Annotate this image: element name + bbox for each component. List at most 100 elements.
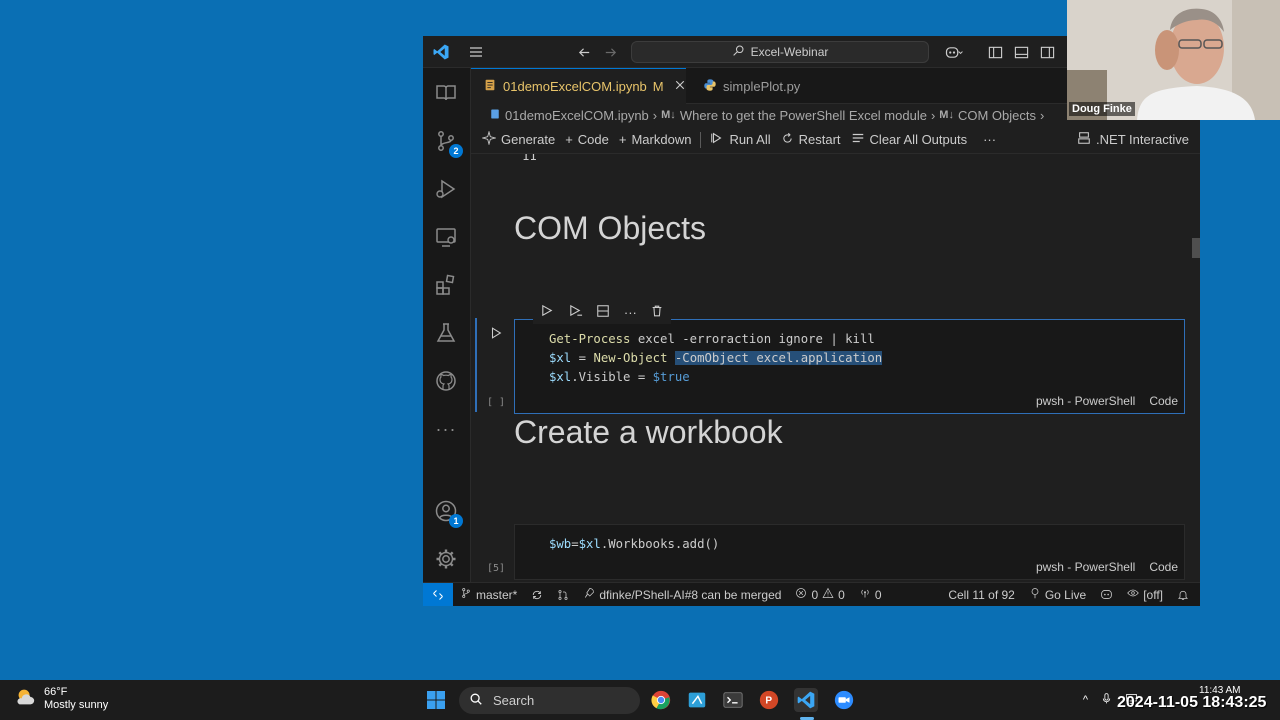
windows-start-icon[interactable] (424, 688, 448, 712)
clear-all-icon (851, 131, 865, 148)
menu-icon[interactable] (467, 43, 485, 61)
sparkle-icon (481, 130, 497, 148)
cell-language[interactable]: pwsh - PowerShell (1036, 560, 1135, 574)
markdown-heading-com-objects[interactable]: COM Objects (514, 210, 706, 247)
explorer-icon[interactable] (433, 80, 459, 106)
weather-text: 66°F Mostly sunny (44, 686, 108, 712)
sync-icon[interactable] (524, 589, 550, 601)
extensions-icon[interactable] (433, 272, 459, 298)
pull-request-label: dfinke/PShell-AI#8 can be merged (599, 587, 782, 602)
cell-focus-indicator (475, 318, 477, 412)
selected-text: -ComObject excel.application (674, 351, 883, 365)
eye-icon (1127, 587, 1139, 602)
run-debug-icon[interactable] (433, 176, 459, 202)
back-arrow-icon[interactable] (575, 43, 593, 61)
execution-count: [5] (487, 563, 506, 574)
clear-all-outputs-button[interactable]: Clear All Outputs (846, 129, 973, 151)
code-token: excel -erroraction ignore | kill (630, 332, 875, 346)
source-control-icon[interactable]: 2 (433, 128, 463, 158)
plus-icon: + (565, 132, 573, 147)
svg-text:P: P (765, 696, 772, 707)
taskbar-search[interactable]: Search (459, 687, 640, 714)
delete-trash-icon[interactable] (650, 304, 664, 321)
chevron-right-icon: › (930, 107, 936, 123)
vscode-taskbar-icon[interactable] (794, 688, 818, 712)
branch-label: master* (476, 587, 518, 602)
microphone-icon[interactable] (1100, 692, 1113, 708)
remote-indicator-icon[interactable] (423, 583, 453, 606)
notebook-editor: 11 COM Objects [ ] Get-Process excel -er… (471, 154, 1200, 582)
go-live-button[interactable]: Go Live (1022, 587, 1093, 602)
tab-simpleplot[interactable]: simplePlot.py (691, 68, 812, 104)
settings-gear-icon[interactable] (433, 546, 459, 572)
branch-indicator[interactable]: master* (453, 587, 524, 602)
toolbar-divider (700, 131, 702, 148)
chevron-up-icon[interactable]: ^ (1083, 694, 1088, 706)
accounts-icon[interactable]: 1 (433, 498, 463, 528)
code-line: $xl.Visible = $true (549, 368, 690, 387)
run-cell-button[interactable] (489, 326, 503, 343)
copilot-toggle[interactable]: [off] (1120, 587, 1170, 602)
run-above-icon[interactable] (540, 303, 555, 321)
status-bar: master* dfinke/PShell-AI#8 can be merged… (423, 582, 1200, 606)
restart-button[interactable]: Restart (776, 129, 846, 151)
chrome-icon[interactable] (649, 688, 673, 712)
copilot-status-icon[interactable] (1093, 588, 1120, 601)
run-all-button[interactable]: Run All (705, 129, 775, 151)
copilot-icon[interactable] (939, 43, 969, 61)
cell-type[interactable]: Code (1149, 394, 1178, 408)
add-markdown-cell-button[interactable]: + Markdown (614, 129, 697, 151)
github-icon[interactable] (433, 368, 459, 394)
cell-position[interactable]: Cell 11 of 92 (941, 588, 1022, 602)
webcam-overlay: Doug Finke (1067, 0, 1280, 120)
terminal-icon[interactable] (721, 688, 745, 712)
toggle-sidebar-icon[interactable] (986, 43, 1004, 61)
close-icon[interactable] (674, 79, 686, 94)
problems-indicator[interactable]: 0 0 (788, 587, 851, 602)
tab-01demoexcelcom[interactable]: 01demoExcelCOM.ipynb M (471, 68, 686, 104)
ports-indicator[interactable]: 0 (852, 587, 889, 602)
accounts-badge: 1 (449, 514, 463, 528)
breadcrumb-item[interactable]: COM Objects (958, 108, 1036, 123)
code-cell[interactable]: Get-Process excel -erroraction ignore | … (514, 319, 1185, 414)
code-token: .Visible = (571, 370, 653, 384)
toggle-panel-icon[interactable] (1012, 43, 1030, 61)
kernel-icon (1077, 131, 1091, 148)
snipping-tool-icon[interactable] (685, 688, 709, 712)
chevron-right-icon: › (652, 107, 658, 123)
pull-request-icon[interactable] (550, 589, 576, 601)
code-cell[interactable]: $wb=$xl.Workbooks.add() pwsh - PowerShel… (514, 524, 1185, 580)
generate-button[interactable]: Generate (477, 129, 560, 151)
command-center-search[interactable]: Excel-Webinar (631, 41, 929, 63)
more-icon[interactable]: ··· (624, 305, 637, 320)
weather-desc: Mostly sunny (44, 699, 109, 711)
taskbar-search-label: Search (493, 693, 535, 708)
toggle-secondary-sidebar-icon[interactable] (1038, 43, 1056, 61)
command-center-label: Excel-Webinar (750, 45, 829, 59)
powerpoint-icon[interactable]: P (757, 688, 781, 712)
split-cell-icon[interactable] (596, 304, 610, 321)
breadcrumb-item[interactable]: Where to get the PowerShell Excel module (680, 108, 927, 123)
previous-output-fragment: 11 (522, 154, 537, 163)
pull-request-status[interactable]: dfinke/PShell-AI#8 can be merged (576, 587, 788, 602)
markdown-heading-create-workbook[interactable]: Create a workbook (514, 414, 783, 451)
remote-explorer-icon[interactable] (433, 224, 459, 250)
search-icon (469, 692, 483, 709)
more-views-icon[interactable]: ··· (433, 416, 459, 442)
cell-language[interactable]: pwsh - PowerShell (1036, 394, 1135, 408)
more-actions-button[interactable]: ··· (978, 129, 1001, 151)
breadcrumb-file[interactable]: 01demoExcelCOM.ipynb (505, 108, 649, 123)
notifications-bell-icon[interactable] (1170, 589, 1196, 601)
kernel-picker[interactable]: .NET Interactive (1072, 129, 1194, 151)
presenter-name: Doug Finke (1069, 102, 1135, 116)
code-line: $xl = New-Object -ComObject excel.applic… (549, 349, 883, 368)
weather-widget[interactable]: 66°F Mostly sunny (14, 686, 108, 712)
run-below-icon[interactable] (568, 303, 583, 321)
scrollbar-thumb[interactable] (1192, 238, 1200, 258)
zoom-icon[interactable] (832, 688, 856, 712)
add-code-cell-button[interactable]: + Code (560, 129, 614, 151)
cell-type[interactable]: Code (1149, 560, 1178, 574)
testing-flask-icon[interactable] (433, 320, 459, 346)
forward-arrow-icon[interactable] (601, 43, 619, 61)
